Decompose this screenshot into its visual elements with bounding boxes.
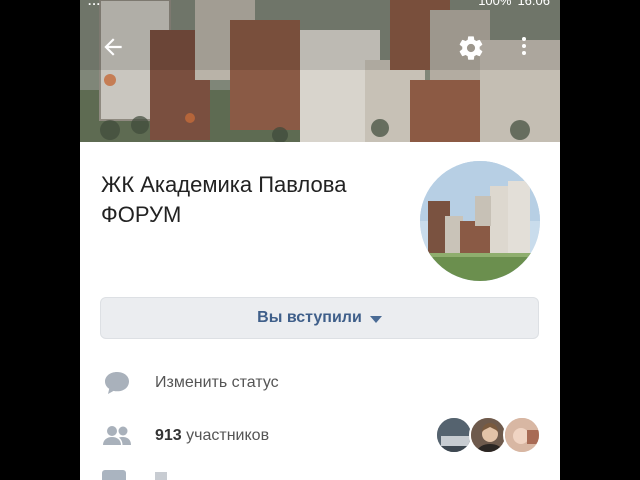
membership-label: Вы вступили — [257, 309, 362, 326]
status-right: 100% 16:06 — [478, 0, 550, 8]
group-avatar[interactable] — [420, 161, 540, 281]
member-avatar — [435, 416, 473, 454]
battery-level: 100% — [478, 0, 512, 8]
group-title: ЖК Академика Павлова ФОРУМ — [101, 172, 347, 227]
status-notifications: ... — [88, 0, 102, 8]
more-options-button[interactable] — [512, 34, 548, 70]
arrow-left-icon — [104, 38, 122, 56]
back-button[interactable] — [100, 34, 136, 70]
members-text: 913 участников — [155, 427, 269, 445]
member-avatars[interactable] — [435, 416, 541, 456]
cover-image: ... 100% 16:06 — [80, 0, 560, 142]
change-status-row[interactable]: Изменить статус — [80, 361, 560, 405]
document-icon — [102, 470, 126, 480]
people-icon — [102, 421, 132, 451]
comment-icon — [102, 368, 132, 398]
clock: 16:06 — [517, 0, 550, 8]
status-bar: ... 100% 16:06 — [80, 0, 560, 8]
member-avatar — [469, 416, 507, 454]
membership-button[interactable]: Вы вступили — [100, 297, 539, 339]
partial-row-text — [155, 472, 167, 480]
change-status-label: Изменить статус — [155, 374, 279, 391]
member-avatar — [503, 416, 541, 454]
settings-button[interactable] — [457, 34, 493, 70]
gear-icon — [459, 36, 483, 60]
members-count: 913 — [155, 427, 182, 444]
caret-down-icon — [369, 315, 382, 323]
screen: ... 100% 16:06 ЖК Академика Павлова ФОРУ… — [80, 0, 560, 480]
members-label: участников — [186, 427, 270, 444]
more-vertical-icon — [522, 37, 526, 55]
